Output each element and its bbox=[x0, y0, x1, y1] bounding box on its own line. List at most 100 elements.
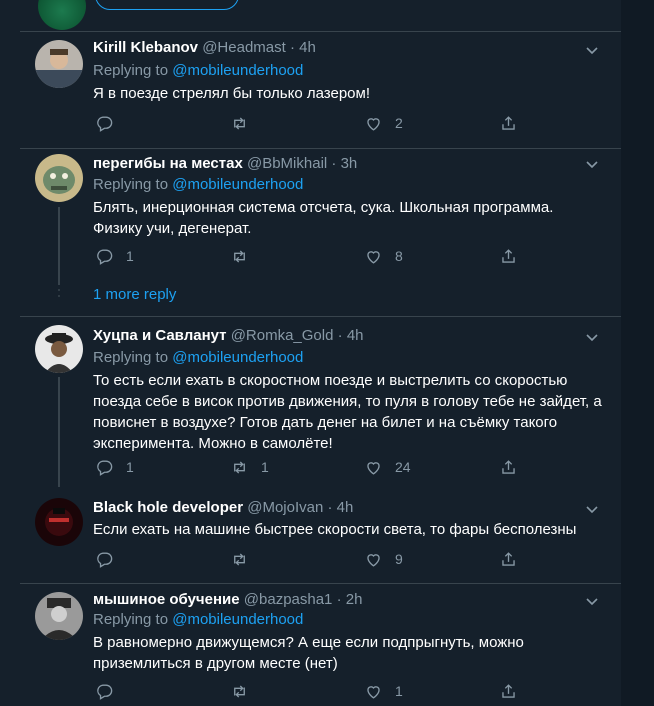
reply-button[interactable] bbox=[95, 549, 126, 569]
like-button[interactable]: 2 bbox=[364, 113, 403, 133]
timestamp[interactable]: 2h bbox=[346, 591, 363, 608]
avatar[interactable] bbox=[35, 592, 83, 640]
like-button[interactable]: 8 bbox=[364, 246, 403, 266]
tweet-actions: 1 bbox=[93, 681, 533, 701]
tweet-header: перегибы на местах @BbMikhail · 3h bbox=[93, 154, 357, 174]
previous-tweet-remnant bbox=[20, 0, 621, 30]
reply-button[interactable] bbox=[95, 681, 126, 701]
retweet-icon bbox=[234, 116, 245, 130]
replying-prefix: Replying to bbox=[93, 349, 169, 366]
user-handle[interactable]: @Headmast bbox=[202, 39, 286, 56]
like-button[interactable]: 24 bbox=[364, 457, 411, 477]
user-handle[interactable]: @BbMikhail bbox=[247, 155, 327, 172]
tweet[interactable]: Black hole developer @MojoIvan · 4h Если… bbox=[20, 487, 621, 583]
avatar[interactable] bbox=[35, 498, 83, 546]
tweet[interactable]: перегибы на местах @BbMikhail · 3h Reply… bbox=[20, 149, 621, 316]
separator-dot: · bbox=[289, 39, 295, 56]
timestamp[interactable]: 4h bbox=[347, 327, 364, 344]
thread-dots bbox=[57, 283, 61, 301]
reply-icon bbox=[97, 683, 113, 700]
display-name[interactable]: мышиное обучение bbox=[93, 591, 240, 608]
heart-icon bbox=[367, 685, 380, 699]
retweet-icon bbox=[234, 684, 245, 698]
avatar[interactable] bbox=[35, 154, 83, 202]
heart-icon bbox=[367, 117, 380, 131]
timestamp[interactable]: 4h bbox=[299, 39, 316, 56]
chevron-down-icon[interactable] bbox=[584, 329, 600, 345]
chevron-down-icon[interactable] bbox=[584, 593, 600, 609]
share-button[interactable] bbox=[499, 246, 518, 266]
avatar[interactable] bbox=[35, 40, 83, 88]
timestamp[interactable]: 3h bbox=[341, 155, 358, 172]
retweet-button[interactable] bbox=[230, 549, 261, 569]
tweet-header: Kirill Klebanov @Headmast · 4h bbox=[93, 38, 316, 58]
separator-dot: · bbox=[336, 591, 342, 608]
thread-line bbox=[58, 207, 60, 285]
thread-line bbox=[58, 377, 60, 487]
tweet-actions: 9 bbox=[93, 549, 533, 569]
mention-link[interactable]: @mobileunderhood bbox=[172, 62, 303, 79]
separator-dot: · bbox=[327, 499, 333, 516]
display-name[interactable]: Хуцпа и Савланут bbox=[93, 327, 227, 344]
display-name[interactable]: Kirill Klebanov bbox=[93, 39, 198, 56]
avatar[interactable] bbox=[38, 0, 86, 30]
reply-button[interactable] bbox=[95, 113, 126, 133]
chevron-down-icon[interactable] bbox=[584, 42, 600, 58]
replies-column: Kirill Klebanov @Headmast · 4h Replying … bbox=[20, 0, 621, 706]
replying-prefix: Replying to bbox=[93, 62, 169, 79]
replying-prefix: Replying to bbox=[93, 611, 169, 628]
replying-to: Replying to @mobileunderhood bbox=[93, 61, 303, 81]
retweet-button[interactable]: 1 bbox=[230, 457, 269, 477]
user-handle[interactable]: @bazpasha1 bbox=[244, 591, 333, 608]
retweet-icon bbox=[234, 552, 245, 566]
tweet-header: Хуцпа и Савланут @Romka_Gold · 4h bbox=[93, 326, 364, 346]
retweet-count: 1 bbox=[261, 459, 269, 475]
retweet-icon bbox=[234, 460, 245, 474]
like-count: 9 bbox=[395, 551, 403, 567]
tweet-header: мышиное обучение @bazpasha1 · 2h bbox=[93, 590, 362, 610]
reply-count: 1 bbox=[126, 459, 134, 475]
replying-to: Replying to @mobileunderhood bbox=[93, 175, 303, 195]
tweet-text: То есть если ехать в скоростном поезде и… bbox=[93, 372, 602, 452]
reply-button[interactable]: 1 bbox=[95, 457, 134, 477]
chevron-down-icon[interactable] bbox=[584, 501, 600, 517]
display-name[interactable]: Black hole developer bbox=[93, 499, 243, 516]
user-handle[interactable]: @MojoIvan bbox=[247, 499, 323, 516]
share-button[interactable] bbox=[499, 113, 518, 133]
share-icon bbox=[502, 551, 515, 566]
show-more-replies-link[interactable]: 1 more reply bbox=[93, 285, 176, 305]
mention-link[interactable]: @mobileunderhood bbox=[172, 176, 303, 193]
heart-icon bbox=[367, 553, 380, 567]
like-button[interactable]: 9 bbox=[364, 549, 403, 569]
heart-icon bbox=[367, 461, 380, 475]
like-count: 8 bbox=[395, 248, 403, 264]
retweet-button[interactable] bbox=[230, 681, 261, 701]
reply-button[interactable]: 1 bbox=[95, 246, 134, 266]
tweet[interactable]: Kirill Klebanov @Headmast · 4h Replying … bbox=[20, 32, 621, 148]
like-count: 1 bbox=[395, 683, 403, 699]
reply-count: 1 bbox=[126, 248, 134, 264]
share-button[interactable] bbox=[499, 457, 518, 477]
heart-icon bbox=[367, 250, 380, 264]
display-name[interactable]: перегибы на местах bbox=[93, 155, 243, 172]
tweet[interactable]: Хуцпа и Савланут @Romka_Gold · 4h Replyi… bbox=[20, 317, 621, 487]
avatar[interactable] bbox=[35, 325, 83, 373]
retweet-button[interactable] bbox=[230, 246, 261, 266]
tweet-text: Блять, инерционная система отсчета, сука… bbox=[93, 199, 554, 237]
tweet-actions: 1 8 bbox=[93, 246, 533, 266]
tweet[interactable]: мышиное обучение @bazpasha1 · 2h Replyin… bbox=[20, 584, 621, 706]
follow-button[interactable] bbox=[95, 0, 239, 10]
chevron-down-icon[interactable] bbox=[584, 156, 600, 172]
user-handle[interactable]: @Romka_Gold bbox=[231, 327, 334, 344]
mention-link[interactable]: @mobileunderhood bbox=[172, 611, 303, 628]
share-icon bbox=[502, 459, 515, 474]
reply-icon bbox=[97, 115, 113, 132]
share-button[interactable] bbox=[499, 681, 518, 701]
replying-to: Replying to @mobileunderhood bbox=[93, 348, 303, 368]
mention-link[interactable]: @mobileunderhood bbox=[172, 349, 303, 366]
share-button[interactable] bbox=[499, 549, 518, 569]
share-icon bbox=[502, 248, 515, 263]
like-button[interactable]: 1 bbox=[364, 681, 403, 701]
retweet-button[interactable] bbox=[230, 113, 261, 133]
timestamp[interactable]: 4h bbox=[337, 499, 354, 516]
